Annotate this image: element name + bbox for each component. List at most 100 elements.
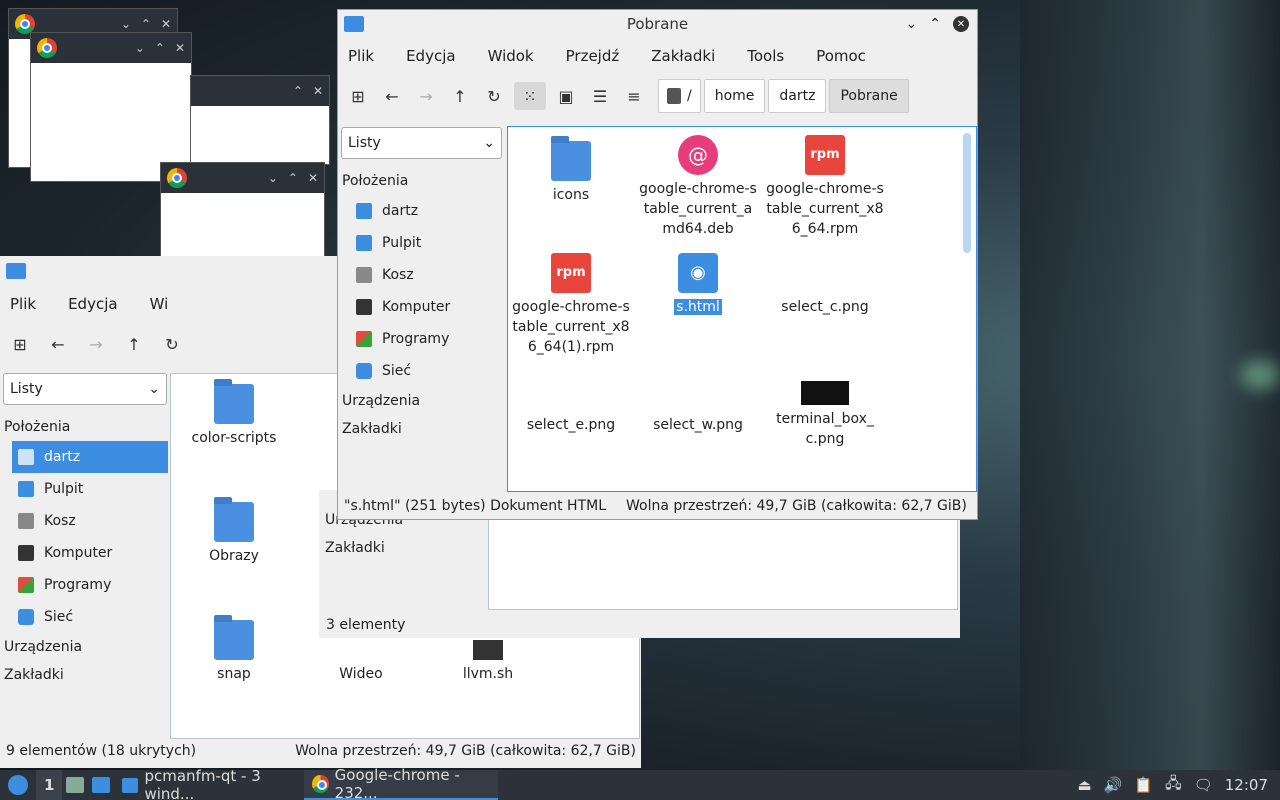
menu-edycja[interactable]: Edycja <box>68 295 117 313</box>
file-item-rpm[interactable]: rpm google-chrome-stable_current_x86_64.r… <box>762 135 888 239</box>
close-icon[interactable]: ✕ <box>161 17 171 31</box>
file-item-icons[interactable]: icons <box>508 135 634 205</box>
menu-widok[interactable]: Widok <box>488 47 534 65</box>
icon-view-icon[interactable]: ⁙ <box>514 82 546 110</box>
sidebar-item-pulpit[interactable]: Pulpit <box>338 227 504 259</box>
forward-arrow-icon[interactable]: → <box>412 82 440 110</box>
file-item-select-e[interactable]: select_e.png <box>508 371 634 435</box>
file-item-s-html[interactable]: ◉ s.html <box>635 253 761 317</box>
view-combo[interactable]: Listy ⌄ <box>3 373 167 405</box>
window-titlebar[interactable]: Pobrane ⌄ ⌃ ✕ <box>338 10 977 38</box>
file-item-terminal-box[interactable]: terminal_box_c.png <box>762 371 888 449</box>
menu-plik[interactable]: Plik <box>348 47 374 65</box>
clock[interactable]: 12:07 <box>1219 770 1280 800</box>
chevron-up-icon[interactable]: ⌃ <box>288 171 298 185</box>
desktop-switcher[interactable]: 1 <box>36 770 63 800</box>
sidebar-item-komputer[interactable]: Komputer <box>338 291 504 323</box>
file-item-deb[interactable]: @ google-chrome-stable_current_amd64.deb <box>635 135 761 239</box>
chrome-titlebar[interactable]: ⌄ ⌃ ✕ <box>31 33 191 63</box>
close-icon[interactable]: ✕ <box>308 171 318 185</box>
chevron-up-icon[interactable]: ⌃ <box>155 41 165 55</box>
tray-network-icon[interactable]: 🖧 <box>1159 770 1188 800</box>
new-tab-icon[interactable]: ⊞ <box>344 82 372 110</box>
tray-clipboard-icon[interactable]: 📋 <box>1128 770 1159 800</box>
window-controls[interactable]: ⌄ ⌃ ✕ <box>258 171 318 185</box>
menu-edycja[interactable]: Edycja <box>406 47 455 65</box>
task-chrome[interactable]: Google-chrome - 232... <box>304 766 499 800</box>
window-controls[interactable]: ⌄ ⌃ ✕ <box>111 17 171 31</box>
task-pcmanfm[interactable]: pcmanfm-qt - 3 wind... <box>114 767 304 800</box>
chrome-window-ghost-3[interactable]: ⌃ ✕ <box>190 75 330 165</box>
sidebar: Położenia dartz Pulpit Kosz Komputer Pro… <box>338 167 504 443</box>
compact-view-icon[interactable]: ☰ <box>586 82 614 110</box>
sidebar-item-siec[interactable]: Sieć <box>338 355 504 387</box>
file-item[interactable]: snap <box>171 615 297 684</box>
sidebar-item-kosz[interactable]: Kosz <box>338 259 504 291</box>
up-arrow-icon[interactable]: ↑ <box>446 82 474 110</box>
sidebar-item-komputer[interactable]: Komputer <box>0 537 168 569</box>
sidebar-item-programy[interactable]: Programy <box>338 323 504 355</box>
tray-eject-icon[interactable]: ⏏ <box>1071 770 1097 800</box>
file-item[interactable]: Obrazy <box>171 497 297 566</box>
chevron-down-icon[interactable]: ⌄ <box>268 171 278 185</box>
close-icon[interactable]: ✕ <box>953 16 969 32</box>
menu-przejdz[interactable]: Przejdź <box>566 47 620 65</box>
file-name: s.html <box>674 299 722 315</box>
sidebar-item-pulpit[interactable]: Pulpit <box>0 473 168 505</box>
scrollbar[interactable] <box>963 133 971 253</box>
sidebar-item-programy[interactable]: Programy <box>0 569 168 601</box>
chevron-up-icon[interactable]: ⌃ <box>141 17 151 31</box>
menu-pomoc[interactable]: Pomoc <box>816 47 866 65</box>
file-view[interactable]: icons @ google-chrome-stable_current_amd6… <box>507 126 977 492</box>
chrome-window-ghost-2[interactable]: ⌄ ⌃ ✕ <box>30 32 192 182</box>
path-pobrane-button[interactable]: Pobrane <box>829 79 909 113</box>
sidebar-header-devices: Urządzenia <box>342 393 421 409</box>
window-controls[interactable]: ⌄ ⌃ ✕ <box>125 41 185 55</box>
html-icon: ◉ <box>678 253 718 293</box>
chevron-down-icon[interactable]: ⌄ <box>121 17 131 31</box>
detailed-view-icon[interactable]: ≡ <box>620 82 648 110</box>
view-combo[interactable]: Listy ⌄ <box>341 127 502 159</box>
tray-volume-icon[interactable]: 🔊 <box>1098 770 1129 800</box>
minimize-icon[interactable]: ⌄ <box>906 16 918 32</box>
back-arrow-icon[interactable]: ← <box>378 82 406 110</box>
window-controls[interactable]: ⌃ ✕ <box>283 84 323 98</box>
applications-icon <box>356 331 372 347</box>
quicklaunch-desktop[interactable] <box>88 770 114 800</box>
file-item[interactable]: color-scripts <box>171 379 297 448</box>
file-item-select-w[interactable]: select_w.png <box>635 371 761 435</box>
menu-widok[interactable]: Wi <box>150 295 169 313</box>
menu-plik[interactable]: Plik <box>10 295 36 313</box>
back-arrow-icon[interactable]: ← <box>44 330 72 358</box>
sidebar-item-dartz[interactable]: dartz <box>338 195 504 227</box>
menu-zakladki[interactable]: Zakładki <box>651 47 715 65</box>
chevron-down-icon[interactable]: ⌄ <box>135 41 145 55</box>
path-dartz-button[interactable]: dartz <box>768 79 827 113</box>
sidebar-item-siec[interactable]: Sieć <box>0 601 168 633</box>
close-icon[interactable]: ✕ <box>175 41 185 55</box>
trash-icon <box>356 267 372 283</box>
reload-icon[interactable]: ↻ <box>480 82 508 110</box>
forward-arrow-icon[interactable]: → <box>82 330 110 358</box>
up-arrow-icon[interactable]: ↑ <box>120 330 148 358</box>
tray-notification-icon[interactable]: 🗨 <box>1188 770 1219 800</box>
chevron-up-icon[interactable]: ⌃ <box>293 84 303 98</box>
close-icon[interactable]: ✕ <box>313 84 323 98</box>
menu-tools[interactable]: Tools <box>747 47 784 65</box>
quicklaunch-files[interactable] <box>62 770 88 800</box>
file-name: select_e.png <box>526 417 616 433</box>
reload-icon[interactable]: ↻ <box>158 330 186 358</box>
path-root-button[interactable]: / <box>658 79 701 113</box>
chrome-titlebar[interactable]: ⌄ ⌃ ✕ <box>161 163 324 193</box>
file-manager-window-front[interactable]: Pobrane ⌄ ⌃ ✕ Plik Edycja Widok Przejdź … <box>337 9 978 520</box>
path-home-button[interactable]: home <box>703 79 766 113</box>
start-menu-button[interactable] <box>0 770 36 800</box>
thumbnail-view-icon[interactable]: ▣ <box>552 82 580 110</box>
file-item-rpm-1[interactable]: rpm google-chrome-stable_current_x86_64(1… <box>508 253 634 357</box>
sidebar-item-kosz[interactable]: Kosz <box>0 505 168 537</box>
new-tab-icon[interactable]: ⊞ <box>6 330 34 358</box>
file-item-select-c[interactable]: select_c.png <box>762 253 888 317</box>
chrome-titlebar[interactable]: ⌃ ✕ <box>191 76 329 106</box>
maximize-icon[interactable]: ⌃ <box>929 16 941 32</box>
sidebar-item-dartz[interactable]: dartz <box>12 441 168 473</box>
